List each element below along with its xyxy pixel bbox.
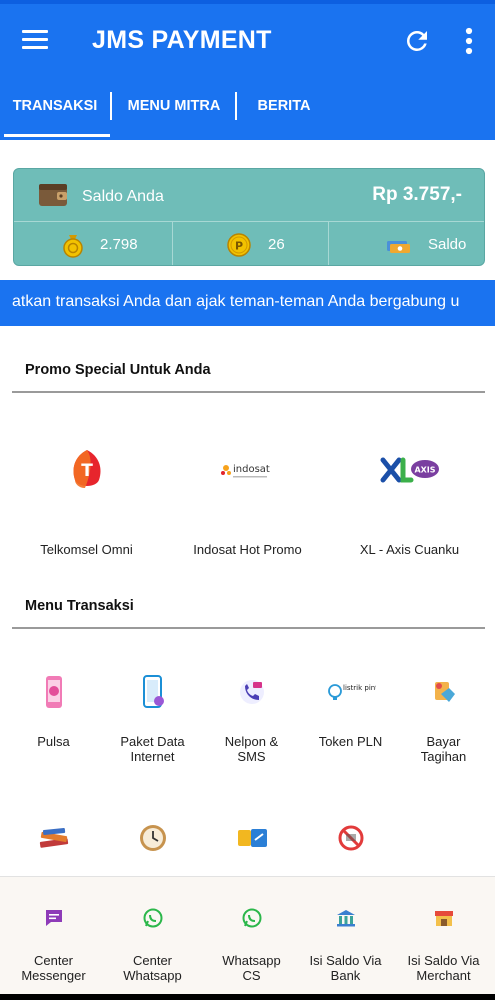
- tab-divider: [235, 92, 237, 120]
- menu-pulsa[interactable]: Pulsa: [4, 674, 103, 774]
- nav-isi-saldo-merchant[interactable]: Isi Saldo Via Merchant: [394, 877, 493, 995]
- bank-icon: [336, 910, 355, 927]
- call-sms-icon: [239, 680, 264, 704]
- nav-label: Center Messenger: [21, 953, 86, 983]
- section-divider: [12, 391, 485, 393]
- money-icon: [387, 241, 410, 253]
- indosat-logo-icon: indosat: [220, 464, 270, 478]
- promo-indosat[interactable]: indosat Indosat Hot Promo: [165, 448, 330, 568]
- menu-token-pln[interactable]: listrik pintar Token PLN: [301, 674, 400, 774]
- bottom-nav: Center Messenger Center Whatsapp Whatsapp C…: [0, 876, 495, 994]
- whatsapp-icon: [242, 908, 261, 928]
- app-title: JMS PAYMENT: [92, 26, 272, 54]
- nav-center-messenger[interactable]: Center Messenger: [4, 877, 103, 995]
- system-gesture-bar: [0, 994, 495, 1000]
- more-vert-icon[interactable]: [462, 26, 476, 56]
- coins-cell[interactable]: 2.798: [14, 222, 172, 265]
- phone-icon: [45, 676, 62, 708]
- pln-brand-text: listrik pintar: [343, 684, 376, 692]
- app-bar: JMS PAYMENT: [0, 4, 495, 78]
- menu-bayar-tagihan[interactable]: Bayar Tagihan: [394, 674, 493, 774]
- indosat-brand-text: indosat: [233, 464, 270, 475]
- lightbulb-icon: listrik pintar: [327, 684, 376, 700]
- nav-isi-saldo-bank[interactable]: Isi Saldo Via Bank: [296, 877, 395, 995]
- menu-item[interactable]: [103, 820, 202, 876]
- menu-label: Bayar Tagihan: [420, 734, 467, 764]
- menu-item[interactable]: [301, 820, 400, 876]
- menu-item[interactable]: [4, 820, 103, 876]
- no-sign-icon: [338, 825, 363, 851]
- promo-xl-axis[interactable]: AXIS XL - Axis Cuanku: [327, 448, 492, 568]
- tab-bar: TRANSAKSI MENU MITRA BERITA: [0, 78, 495, 140]
- marquee-text: atkan transaksi Anda dan ajak teman-tema…: [12, 293, 460, 310]
- menu-label: Pulsa: [37, 734, 70, 749]
- nav-label: Whatsapp CS: [222, 953, 281, 983]
- points-value: 26: [268, 236, 285, 253]
- promo-label: XL - Axis Cuanku: [359, 542, 460, 557]
- saldo-value: Rp 3.757,-: [372, 184, 462, 205]
- menu-nelpon-sms[interactable]: Nelpon & SMS: [202, 674, 301, 774]
- axis-brand-text: AXIS: [414, 466, 435, 475]
- refresh-icon[interactable]: [402, 26, 432, 56]
- books-icon: [39, 827, 68, 848]
- promo-telkomsel[interactable]: T Telkomsel Omni: [4, 448, 169, 568]
- points-cell[interactable]: P 26: [172, 222, 328, 265]
- promo-section-title: Promo Special Untuk Anda: [25, 362, 211, 378]
- point-coin-icon: P: [227, 233, 251, 257]
- cards-icon: [237, 829, 267, 847]
- nav-whatsapp-cs[interactable]: Whatsapp CS: [202, 877, 301, 995]
- announcement-marquee: atkan transaksi Anda dan ajak teman-tema…: [0, 280, 495, 326]
- svg-text:T: T: [81, 461, 93, 481]
- coin-bag-icon: [63, 235, 83, 258]
- smartphone-data-icon: [142, 675, 164, 708]
- telkomsel-logo-icon: T: [73, 450, 100, 488]
- hamburger-menu-icon[interactable]: [22, 30, 48, 50]
- promo-label: Indosat Hot Promo: [193, 542, 302, 557]
- menu-paket-data[interactable]: Paket Data Internet: [103, 674, 202, 774]
- menu-item[interactable]: [202, 820, 301, 876]
- whatsapp-icon: [143, 908, 162, 928]
- section-divider: [12, 627, 485, 629]
- tab-berita[interactable]: BERITA: [238, 78, 330, 140]
- xl-axis-logo-icon: AXIS: [380, 457, 439, 483]
- nav-label: Isi Saldo Via Merchant: [407, 953, 480, 983]
- main-content: Saldo Anda Rp 3.757,- 2.798 P 26 Saldo a…: [0, 140, 495, 876]
- bill-icon: [434, 682, 455, 702]
- saldo-card[interactable]: Saldo Anda Rp 3.757,- 2.798 P 26 Saldo: [13, 168, 485, 266]
- menu-label: Nelpon & SMS: [224, 734, 279, 764]
- promo-label: Telkomsel Omni: [40, 542, 133, 557]
- saldo-history-label: Saldo: [428, 236, 467, 253]
- menu-label: Token PLN: [318, 734, 383, 749]
- clock-icon: [139, 825, 166, 851]
- nav-label: Isi Saldo Via Bank: [309, 953, 382, 983]
- menu-label: Paket Data Internet: [120, 734, 185, 764]
- coins-value: 2.798: [100, 236, 138, 253]
- merchant-icon: [434, 911, 453, 926]
- nav-center-whatsapp[interactable]: Center Whatsapp: [103, 877, 202, 995]
- saldo-history-cell[interactable]: Saldo: [328, 222, 484, 265]
- svg-text:P: P: [235, 240, 243, 253]
- tab-menu-mitra[interactable]: MENU MITRA: [112, 78, 236, 140]
- nav-label: Center Whatsapp: [123, 953, 182, 983]
- saldo-label: Saldo Anda: [82, 188, 164, 205]
- tab-transaksi[interactable]: TRANSAKSI: [0, 78, 110, 140]
- wallet-icon: [39, 184, 67, 206]
- message-icon: [45, 910, 62, 926]
- menu-section-title: Menu Transaksi: [25, 598, 134, 614]
